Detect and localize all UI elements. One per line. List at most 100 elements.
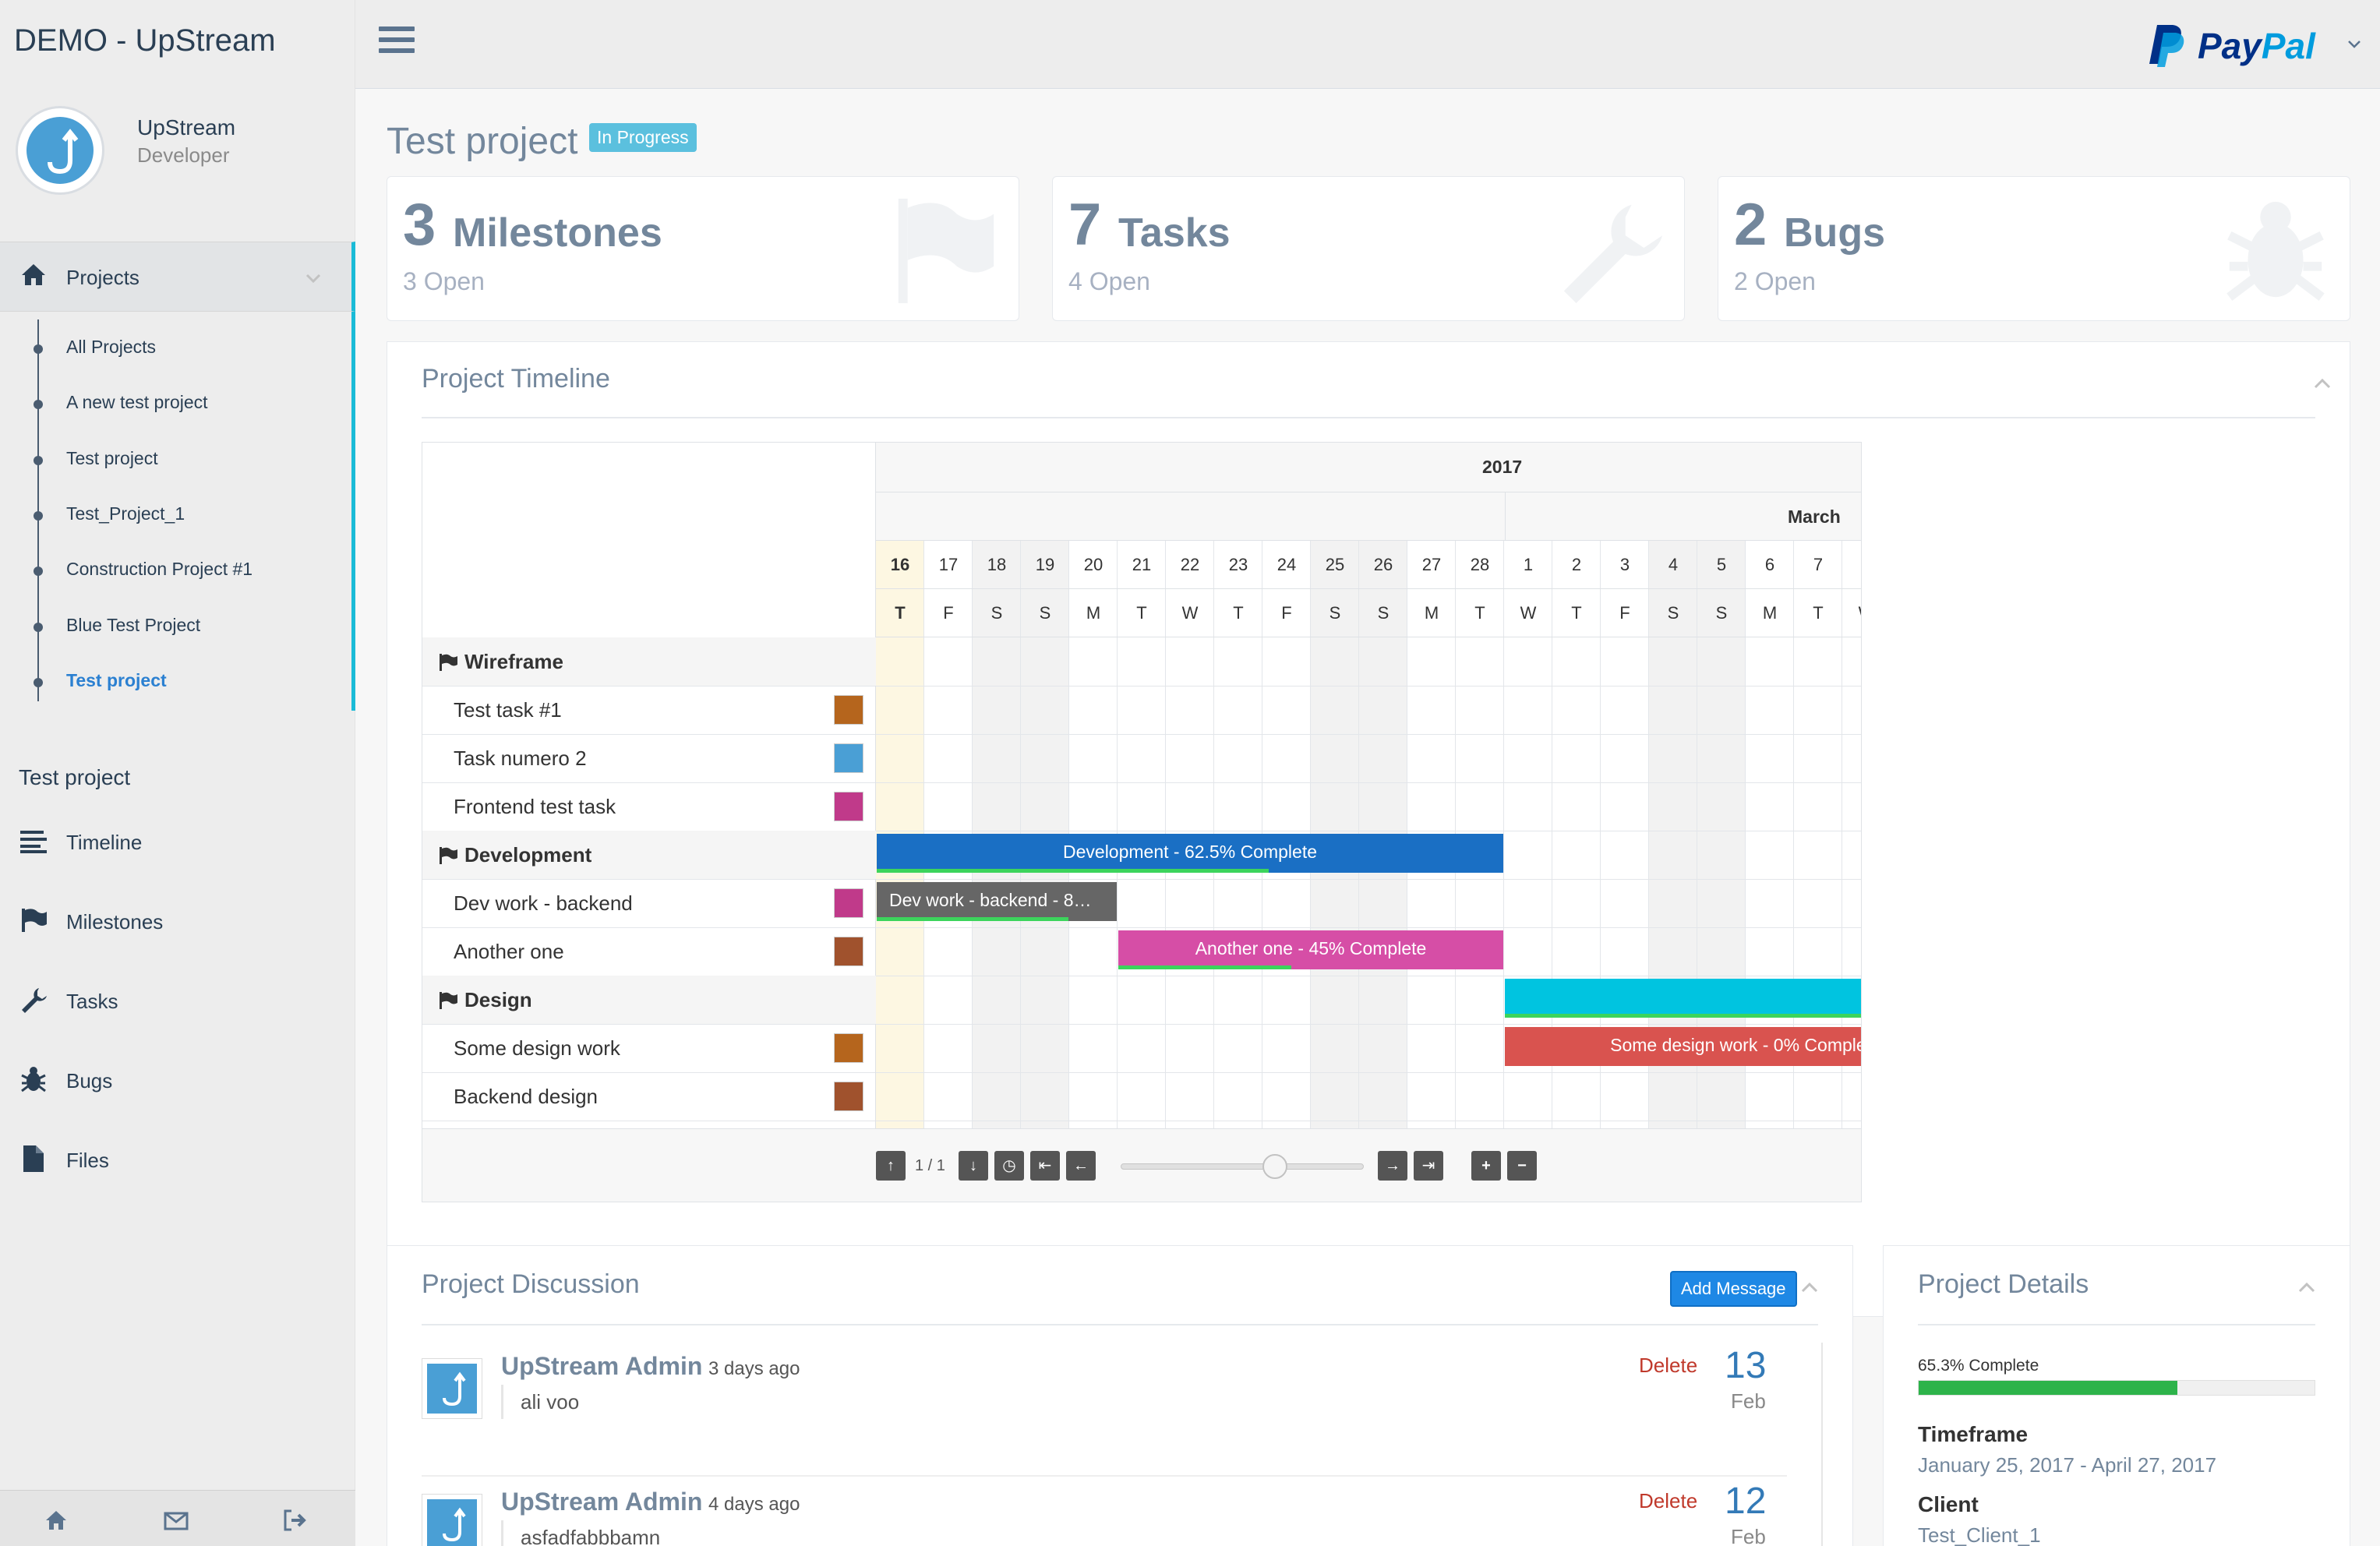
assignee-avatar [834,1082,863,1111]
menu-bugs-label: Bugs [66,1069,113,1092]
flag-icon [898,198,994,304]
chevron-up-icon[interactable] [1799,1277,1820,1297]
gantt-task-label[interactable]: Backend design [454,1085,598,1109]
message-time: 4 days ago [708,1494,800,1515]
gantt-task-label[interactable]: Some design work [454,1036,620,1061]
paypal-icon [2149,25,2184,67]
gantt-bar[interactable]: Another one - 45% Complete [1118,930,1503,969]
menu-tasks[interactable]: Tasks [19,985,330,1016]
file-icon [23,1145,44,1172]
gantt-day-of-week: M [1746,589,1794,637]
gantt-task-label[interactable]: Test task #1 [454,698,562,722]
client-label: Client [1918,1492,1979,1516]
gantt-toolbar: ↑ 1 / 1 ↓ ◷ ⇤ ← → ⇥ + − [422,1128,1861,1202]
gantt-date: 19 [1021,541,1069,589]
sidebar-item-test-project-1[interactable]: Test_Project_1 [66,503,185,524]
arrow-up-icon[interactable]: ↑ [876,1151,906,1181]
scroll-left-icon[interactable]: ← [1066,1151,1096,1181]
gantt-day-of-week: T [1552,589,1601,637]
sidebar-item-construction-project[interactable]: Construction Project #1 [66,559,252,580]
sidebar-item-blue-test-project[interactable]: Blue Test Project [66,615,200,636]
add-message-button[interactable]: Add Message [1670,1271,1797,1307]
home-icon[interactable] [44,1508,69,1533]
menu-toggle-icon[interactable] [379,26,415,58]
gantt-bar-progress [1118,965,1292,969]
timeline-title: Project Timeline [422,364,610,394]
gantt-bar[interactable]: Dev work - backend - 8… [877,882,1117,921]
gantt-year-header: 2017 [876,443,1861,492]
scroll-end-icon[interactable]: ⇥ [1414,1151,1443,1181]
stat-tasks[interactable]: 7 Tasks 4 Open [1052,176,1685,321]
menu-bugs[interactable]: Bugs [19,1064,330,1096]
clock-icon[interactable]: ◷ [994,1151,1024,1181]
gantt-bar-label: Dev work - backend - 8… [889,890,1092,910]
nav-projects[interactable]: Projects [0,242,355,312]
assignee-avatar [834,695,863,725]
message-author: UpStream Admin [501,1488,703,1516]
gantt-bar-label: Another one - 45% Complete [1195,938,1427,958]
gantt-bar[interactable]: Some design work - 0% Complete [1505,1027,1862,1066]
gantt-day-of-week: S [1021,589,1069,637]
scroll-right-icon[interactable]: → [1378,1151,1407,1181]
gantt-date: 18 [973,541,1021,589]
gantt-group-label: Design [464,988,532,1011]
wrench-icon [1563,204,1663,304]
zoom-out-icon[interactable]: − [1507,1151,1537,1181]
app-title[interactable]: DEMO - UpStream [14,23,276,58]
timeframe-value: January 25, 2017 - April 27, 2017 [1918,1453,2217,1477]
chevron-up-icon[interactable] [2312,373,2332,394]
zoom-in-icon[interactable]: + [1471,1151,1501,1181]
sidebar-item-a-new-test-project[interactable]: A new test project [66,392,208,413]
stat-bugs[interactable]: 2 Bugs 2 Open [1718,176,2350,321]
gantt-group-row[interactable]: Wireframe [422,637,876,686]
bug-icon [21,1067,46,1092]
gantt-day-of-week: T [1118,589,1166,637]
delete-message-button[interactable]: Delete [1639,1354,1697,1378]
message-day: 13 [1725,1345,1767,1386]
gantt-bar[interactable]: Development - 62.5% Complete [877,834,1503,873]
message-avatar [422,1358,482,1419]
gantt-day-of-week: T [1794,589,1842,637]
stat-milestones[interactable]: 3 Milestones 3 Open [387,176,1019,321]
wrench-icon [22,988,47,1013]
arrow-down-icon[interactable]: ↓ [959,1151,988,1181]
menu-milestones[interactable]: Milestones [19,905,330,937]
gantt-bar[interactable]: Design - 50% Complete [1505,979,1861,1018]
zoom-slider-track[interactable] [1121,1163,1364,1170]
sidebar-item-all-projects[interactable]: All Projects [66,337,156,358]
gantt-day-of-week: W [1842,589,1861,637]
gantt-task-label[interactable]: Frontend test task [454,795,616,819]
scroll-start-icon[interactable]: ⇤ [1030,1151,1060,1181]
zoom-slider-thumb[interactable] [1262,1154,1287,1179]
menu-files[interactable]: Files [19,1144,330,1175]
timeframe-label: Timeframe [1918,1422,2029,1446]
chevron-down-icon [305,274,321,284]
gantt-day-of-week: S [1697,589,1746,637]
gantt-bar-progress [1505,1014,1861,1018]
sidebar-item-current-project[interactable]: Test project [66,670,167,691]
gantt-day-of-week: F [1601,589,1649,637]
paypal-logo[interactable]: PayPal [2146,22,2349,69]
gantt-task-label[interactable]: Another one [454,940,564,964]
gantt-date: 28 [1456,541,1504,589]
menu-files-label: Files [66,1149,109,1172]
gantt-bar-label: Some design work - 0% Complete [1610,1035,1862,1055]
gantt-group-row[interactable]: Design [422,976,876,1024]
gantt-task-label[interactable]: Task numero 2 [454,747,587,771]
gantt-group-row[interactable]: Development [422,831,876,879]
message-body: ali voo [501,1385,579,1419]
chevron-up-icon[interactable] [2297,1277,2317,1297]
gantt-bar-progress [877,917,1069,921]
chevron-down-icon[interactable] [2346,36,2363,53]
gantt-task-label[interactable]: Dev work - backend [454,891,633,916]
message-body: asfadfabbbamn [501,1520,660,1546]
menu-timeline[interactable]: Timeline [19,826,330,857]
upstream-logo-icon [48,129,79,175]
gantt-day-of-week: F [924,589,973,637]
logout-icon[interactable] [282,1508,307,1533]
delete-message-button[interactable]: Delete [1639,1489,1697,1513]
mail-icon[interactable] [164,1508,189,1533]
gantt-date: 6 [1746,541,1794,589]
sidebar-item-test-project[interactable]: Test project [66,448,158,469]
discussion-panel: Project Discussion Add Message UpStream … [387,1245,1853,1546]
